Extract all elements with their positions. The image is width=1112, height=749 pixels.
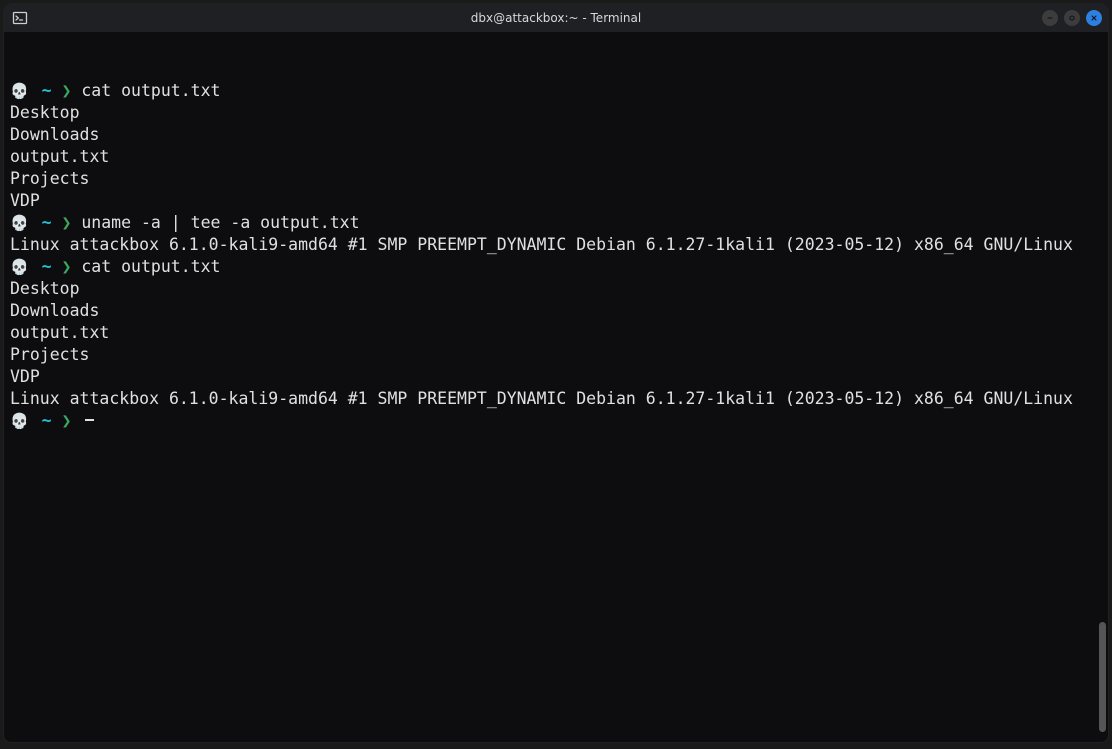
- close-button[interactable]: [1086, 10, 1102, 26]
- prompt-line: 💀 ~ ❯ uname -a | tee -a output.txt: [10, 212, 1102, 234]
- output-text: Downloads: [10, 300, 99, 322]
- scrollbar-thumb[interactable]: [1099, 622, 1106, 732]
- output-text: Linux attackbox 6.1.0-kali9-amd64 #1 SMP…: [10, 388, 1073, 410]
- prompt-line: 💀 ~ ❯ cat output.txt: [10, 80, 1102, 102]
- command-text: uname -a | tee -a output.txt: [81, 212, 359, 234]
- prompt-arrow-icon: ❯: [62, 410, 82, 432]
- command-text: cat output.txt: [81, 256, 220, 278]
- output-text: output.txt: [10, 146, 109, 168]
- output-line: Desktop: [10, 278, 1102, 300]
- output-text: Projects: [10, 168, 89, 190]
- output-line: Projects: [10, 344, 1102, 366]
- output-line: output.txt: [10, 322, 1102, 344]
- prompt-line: 💀 ~ ❯: [10, 410, 1102, 432]
- window-controls: [1042, 10, 1102, 26]
- prompt-arrow-icon: ❯: [62, 212, 82, 234]
- skull-icon: 💀: [10, 80, 29, 102]
- output-line: VDP: [10, 190, 1102, 212]
- command-text: cat output.txt: [81, 80, 220, 102]
- prompt-path: ~: [32, 80, 62, 102]
- output-text: Linux attackbox 6.1.0-kali9-amd64 #1 SMP…: [10, 234, 1073, 256]
- output-text: Downloads: [10, 124, 99, 146]
- cursor: [85, 419, 94, 421]
- terminal-body[interactable]: 💀 ~ ❯ cat output.txtDesktopDownloadsoutp…: [4, 32, 1108, 742]
- prompt-arrow-icon: ❯: [62, 80, 82, 102]
- skull-icon: 💀: [10, 212, 29, 234]
- skull-icon: 💀: [10, 256, 29, 278]
- terminal-window: dbx@attackbox:~ - Terminal 💀 ~ ❯ cat out…: [3, 3, 1109, 743]
- skull-icon: 💀: [10, 410, 29, 432]
- output-text: output.txt: [10, 322, 109, 344]
- output-line: Downloads: [10, 124, 1102, 146]
- output-line: Linux attackbox 6.1.0-kali9-amd64 #1 SMP…: [10, 234, 1102, 256]
- output-text: Projects: [10, 344, 89, 366]
- prompt-line: 💀 ~ ❯ cat output.txt: [10, 256, 1102, 278]
- output-text: VDP: [10, 366, 40, 388]
- output-line: VDP: [10, 366, 1102, 388]
- terminal-icon: [12, 10, 28, 26]
- output-line: Projects: [10, 168, 1102, 190]
- prompt-path: ~: [32, 212, 62, 234]
- minimize-button[interactable]: [1042, 10, 1058, 26]
- output-text: VDP: [10, 190, 40, 212]
- prompt-arrow-icon: ❯: [62, 256, 82, 278]
- output-line: Downloads: [10, 300, 1102, 322]
- output-line: Linux attackbox 6.1.0-kali9-amd64 #1 SMP…: [10, 388, 1102, 410]
- prompt-path: ~: [32, 256, 62, 278]
- titlebar[interactable]: dbx@attackbox:~ - Terminal: [4, 4, 1108, 32]
- output-text: Desktop: [10, 102, 80, 124]
- output-line: output.txt: [10, 146, 1102, 168]
- output-text: Desktop: [10, 278, 80, 300]
- window-title: dbx@attackbox:~ - Terminal: [471, 11, 641, 25]
- output-line: Desktop: [10, 102, 1102, 124]
- prompt-path: ~: [32, 410, 62, 432]
- maximize-button[interactable]: [1064, 10, 1080, 26]
